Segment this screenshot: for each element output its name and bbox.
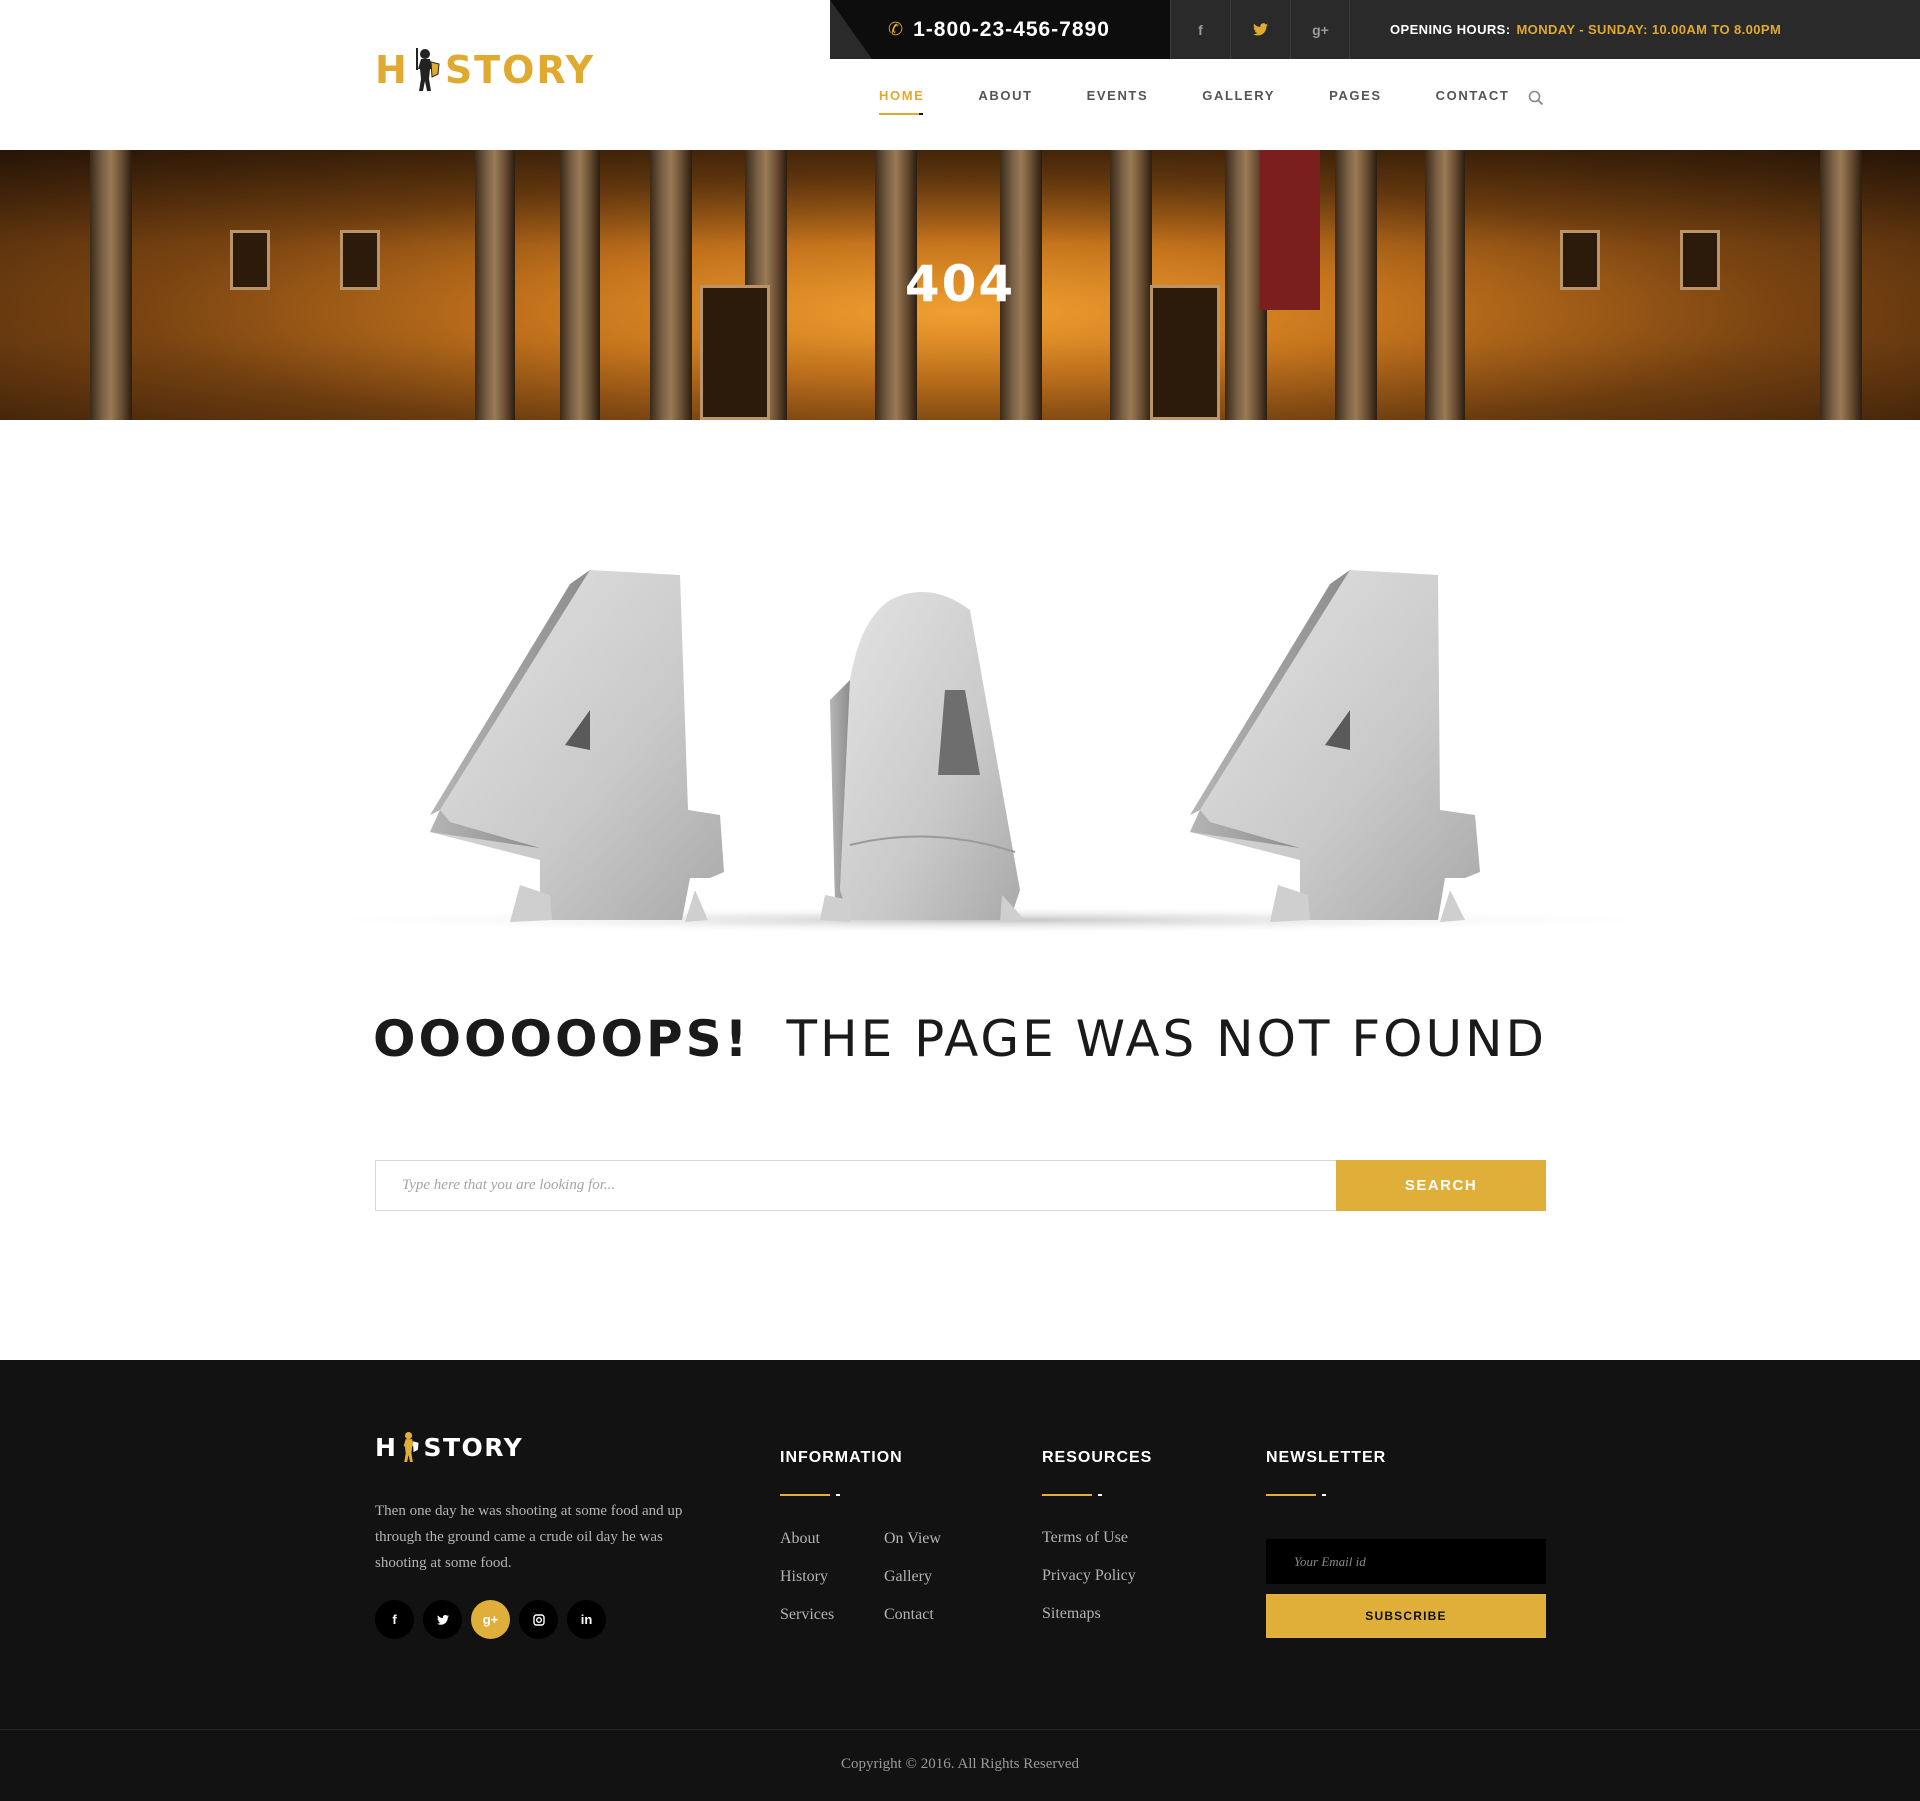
stone-digit-0: [820, 592, 1025, 922]
footer-title-underline: [780, 1494, 840, 1496]
linkedin-icon[interactable]: in: [567, 1600, 606, 1639]
phone-number[interactable]: 1-800-23-456-7890: [913, 18, 1110, 42]
footer-divider: [0, 1729, 1920, 1730]
nav-home[interactable]: HOME: [879, 88, 924, 115]
banner-title: 404: [904, 255, 1016, 313]
footer-title-underline: [1266, 1494, 1326, 1496]
site-logo[interactable]: H STORY: [375, 48, 595, 92]
footer-link-about[interactable]: About: [780, 1530, 820, 1548]
opening-hours-value: MONDAY - SUNDAY: 10.00AM TO 8.00PM: [1516, 22, 1782, 37]
error-heading-text: THE PAGE WAS NOT FOUND: [786, 1010, 1547, 1068]
facebook-icon[interactable]: f: [375, 1600, 414, 1639]
opening-hours-label: OPENING HOURS:: [1390, 22, 1511, 37]
twitter-icon[interactable]: [423, 1600, 462, 1639]
footer-logo[interactable]: H STORY: [375, 1430, 523, 1464]
footer-link-history[interactable]: History: [780, 1568, 828, 1586]
search-input[interactable]: [375, 1160, 1336, 1211]
footer-logo-text-right: STORY: [423, 1432, 524, 1462]
newsletter-email-input[interactable]: [1266, 1539, 1546, 1584]
facebook-icon[interactable]: f: [1170, 0, 1230, 59]
stone-404-illustration: [290, 570, 1690, 934]
instagram-icon[interactable]: [519, 1600, 558, 1639]
page-banner: 404: [0, 150, 1920, 420]
phone-box: ✆ 1-800-23-456-7890: [830, 0, 1170, 59]
search-form: SEARCH: [375, 1160, 1546, 1211]
stone-digit-4-right: [1190, 570, 1480, 922]
footer-logo-text-left: H: [375, 1432, 398, 1462]
footer-link-gallery[interactable]: Gallery: [884, 1568, 932, 1586]
footer-information-title: INFORMATION: [780, 1449, 903, 1466]
logo-text-left: H: [375, 48, 409, 92]
divider: [1349, 0, 1350, 59]
error-heading: OOOOOOPS! THE PAGE WAS NOT FOUND: [0, 1010, 1920, 1068]
main-nav: HOME ABOUT EVENTS GALLERY PAGES CONTACT: [879, 88, 1563, 115]
footer-link-sitemaps[interactable]: Sitemaps: [1042, 1605, 1101, 1623]
opening-hours: OPENING HOURS: MONDAY - SUNDAY: 10.00AM …: [1390, 0, 1781, 59]
nav-gallery[interactable]: GALLERY: [1202, 88, 1275, 103]
nav-events[interactable]: EVENTS: [1087, 88, 1149, 103]
logo-text-right: STORY: [444, 48, 596, 92]
footer-resources-title: RESOURCES: [1042, 1449, 1153, 1466]
nav-contact[interactable]: CONTACT: [1436, 88, 1510, 103]
site-footer: H STORY Then one day he was shooting at …: [0, 1360, 1920, 1801]
knight-icon: [404, 1432, 420, 1462]
site-header: ✆ 1-800-23-456-7890 f g+ OPENING HOURS: …: [0, 0, 1920, 150]
footer-about-text: Then one day he was shooting at some foo…: [375, 1503, 683, 1571]
footer-link-contact[interactable]: Contact: [884, 1606, 934, 1624]
stone-digit-4-left: [430, 570, 724, 922]
knight-icon: [415, 48, 440, 91]
search-button[interactable]: SEARCH: [1336, 1160, 1546, 1211]
google-plus-icon[interactable]: g+: [1290, 0, 1350, 59]
footer-link-privacy[interactable]: Privacy Policy: [1042, 1567, 1136, 1585]
footer-link-on-view[interactable]: On View: [884, 1530, 941, 1548]
copyright-text: Copyright © 2016. All Rights Reserved: [840, 1756, 1080, 1772]
phone-icon: ✆: [888, 19, 904, 39]
footer-newsletter-title: NEWSLETTER: [1266, 1449, 1387, 1466]
twitter-icon[interactable]: [1230, 0, 1290, 59]
footer-link-services[interactable]: Services: [780, 1606, 834, 1624]
footer-social: f g+ in: [375, 1600, 615, 1639]
error-heading-strong: OOOOOOPS!: [373, 1010, 751, 1068]
nav-about[interactable]: ABOUT: [978, 88, 1032, 103]
footer-link-terms[interactable]: Terms of Use: [1042, 1529, 1128, 1547]
subscribe-button[interactable]: SUBSCRIBE: [1266, 1594, 1546, 1638]
search-icon[interactable]: [1528, 90, 1544, 106]
nav-pages[interactable]: PAGES: [1329, 88, 1382, 103]
footer-title-underline: [1042, 1494, 1102, 1496]
google-plus-icon[interactable]: g+: [471, 1600, 510, 1639]
